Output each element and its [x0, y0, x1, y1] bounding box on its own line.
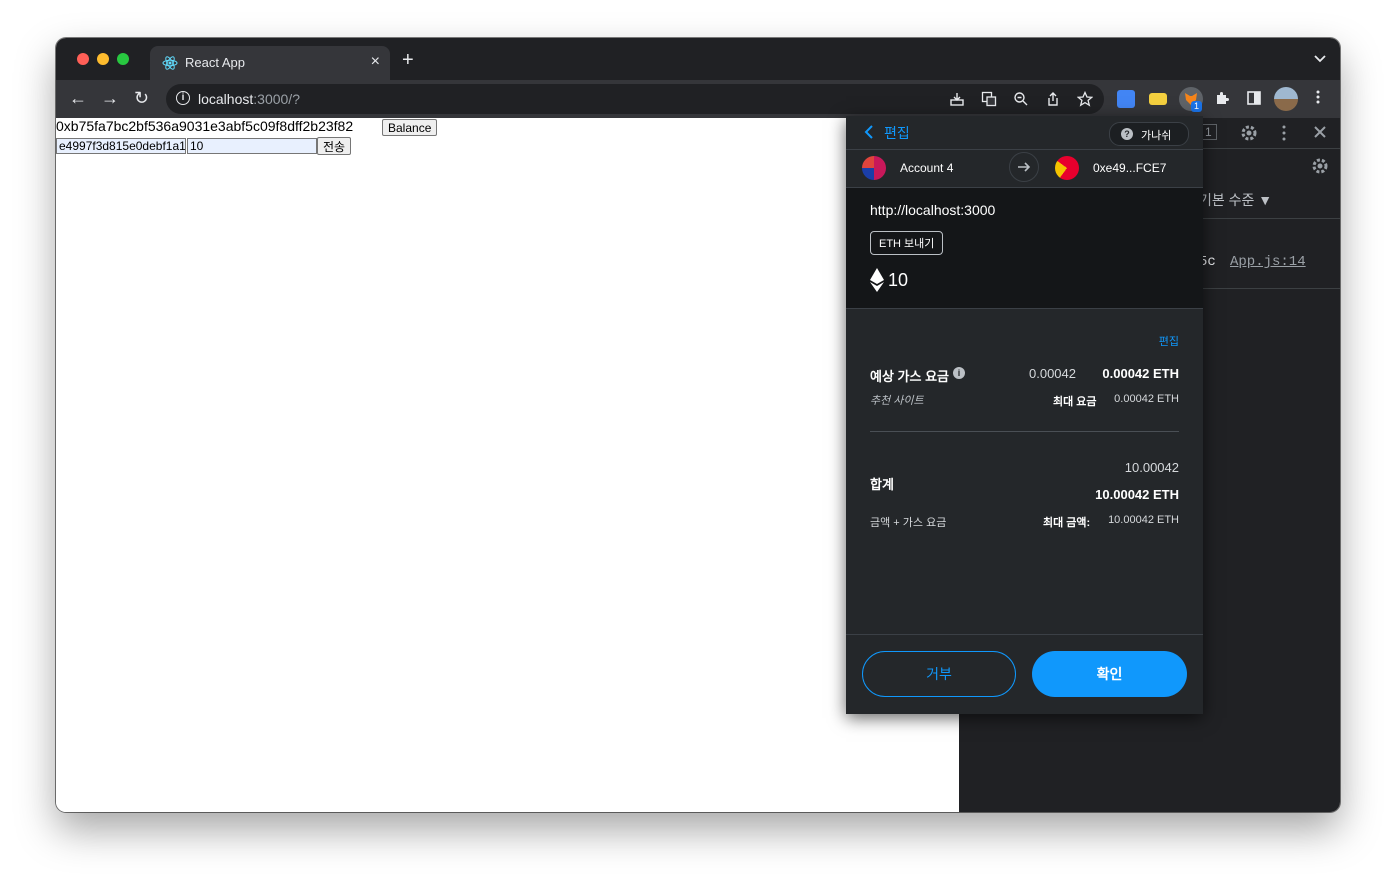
share-icon[interactable]	[1044, 91, 1062, 110]
console-settings-icon[interactable]	[1311, 157, 1329, 180]
max-fee-label: 최대 요금	[1053, 396, 1097, 408]
origin-url: http://localhost:3000	[870, 202, 996, 218]
minimize-window-button[interactable]	[97, 53, 109, 65]
browser-window: React App × + ← → ↻ i localhost:3000/? 1…	[56, 38, 1340, 812]
send-amount: 10	[888, 270, 909, 290]
new-tab-button[interactable]: +	[402, 50, 414, 70]
ganache-extension-icon[interactable]	[1149, 93, 1167, 105]
confirm-button[interactable]: 확인	[1032, 651, 1187, 697]
total-value-plain: 10.00042	[1124, 460, 1179, 475]
devtools-more-icon[interactable]	[1281, 124, 1287, 147]
edit-back-link[interactable]: 편집	[884, 123, 910, 143]
action-pill: ETH 보내기	[870, 231, 944, 255]
gas-value-fiat: 0.00042	[1029, 366, 1076, 381]
gas-details-section: 편집 예상 가스 요금 i 0.00042 0.00042 ETH 추천 사이트…	[846, 309, 1203, 634]
to-account-avatar	[1055, 156, 1079, 180]
max-amount-value: 10.00042 ETH	[1108, 514, 1179, 526]
to-address-input[interactable]: e4997f3d815e0debf1a1	[56, 138, 186, 154]
to-account-address: 0xe49...FCE7	[1093, 161, 1167, 175]
metamask-popup: 편집 ? 가나쉬 Account 4 0xe49...FCE7 http://l…	[846, 116, 1203, 714]
guide-label: 가나쉬	[1141, 130, 1172, 142]
react-logo-icon	[162, 55, 178, 71]
max-fee-value: 0.00042 ETH	[1114, 393, 1179, 405]
extensions-puzzle-icon[interactable]	[1213, 90, 1231, 109]
question-icon: ?	[1121, 128, 1133, 140]
tab-react-app[interactable]: React App ×	[150, 46, 390, 80]
amount-input[interactable]: 10	[187, 138, 317, 154]
install-app-icon[interactable]	[948, 91, 966, 110]
guide-button[interactable]: ? 가나쉬	[1109, 122, 1189, 146]
reload-button[interactable]: ↻	[134, 88, 149, 108]
close-tab-icon[interactable]: ×	[371, 53, 380, 71]
reject-button[interactable]: 거부	[862, 651, 1016, 697]
from-account-avatar	[862, 156, 886, 180]
devtools-settings-icon[interactable]	[1240, 124, 1258, 147]
close-window-button[interactable]	[77, 53, 89, 65]
zoom-icon[interactable]	[1012, 91, 1030, 110]
url-path: :3000/?	[253, 91, 300, 107]
amount-plus-gas-label: 금액 + 가스 요금	[870, 517, 947, 529]
devtools-close-icon[interactable]	[1313, 125, 1327, 144]
details-divider	[870, 431, 1179, 432]
browser-toolbar: ← → ↻ i localhost:3000/? 1	[56, 80, 1340, 118]
back-button[interactable]: ←	[69, 88, 87, 108]
gas-info-icon[interactable]: i	[953, 367, 965, 379]
from-account-name: Account 4	[900, 161, 954, 175]
account-address: 0xb75fa7bc2bf536a9031e3abf5c09f8dff2b23f…	[56, 118, 354, 134]
estimated-gas-label: 예상 가스 요금	[870, 369, 949, 384]
balance-button[interactable]: Balance	[382, 119, 438, 136]
site-info-icon[interactable]: i	[176, 91, 190, 105]
side-panel-icon[interactable]	[1245, 90, 1263, 109]
ethereum-icon	[870, 268, 884, 297]
total-value-eth: 10.00042 ETH	[1095, 487, 1179, 502]
total-label: 합계	[870, 477, 894, 492]
transaction-origin-section: http://localhost:3000 ETH 보내기 10	[846, 188, 1203, 309]
extension-badge: 1	[1191, 101, 1203, 112]
title-bar: React App × +	[56, 38, 1340, 80]
url-text[interactable]: localhost:3000/?	[198, 91, 300, 107]
send-button[interactable]: 전송	[317, 137, 352, 155]
zoom-window-button[interactable]	[117, 53, 129, 65]
transfer-arrow-icon	[1009, 152, 1039, 182]
translate-icon[interactable]	[980, 91, 998, 110]
metamask-header: 편집 ? 가나쉬	[846, 116, 1203, 150]
page-content: 0xb75fa7bc2bf536a9031e3abf5c09f8dff2b23f…	[56, 118, 959, 812]
back-chevron-icon[interactable]	[864, 125, 874, 144]
recommended-site-label: 추천 사이트	[870, 395, 924, 407]
log-source-link[interactable]: App.js:14	[1230, 254, 1306, 270]
url-host: localhost	[198, 91, 254, 107]
chrome-menu-icon[interactable]	[1309, 89, 1327, 108]
max-amount-label: 최대 금액:	[1043, 517, 1091, 529]
address-bar[interactable]: i localhost:3000/?	[166, 84, 1104, 114]
gas-value-eth: 0.00042 ETH	[1102, 366, 1179, 381]
metamask-footer: 거부 확인	[846, 634, 1203, 715]
google-translate-extension-icon[interactable]	[1117, 90, 1135, 108]
account-row: Account 4 0xe49...FCE7	[846, 149, 1203, 188]
bookmark-star-icon[interactable]	[1076, 90, 1094, 110]
edit-gas-link[interactable]: 편집	[1159, 333, 1179, 349]
tab-title: React App	[185, 55, 245, 70]
forward-button[interactable]: →	[101, 88, 119, 108]
tab-search-chevron-icon[interactable]	[1314, 52, 1326, 66]
profile-avatar[interactable]	[1274, 87, 1298, 111]
log-level-dropdown[interactable]: 기본 수준 ▼	[1199, 190, 1272, 210]
